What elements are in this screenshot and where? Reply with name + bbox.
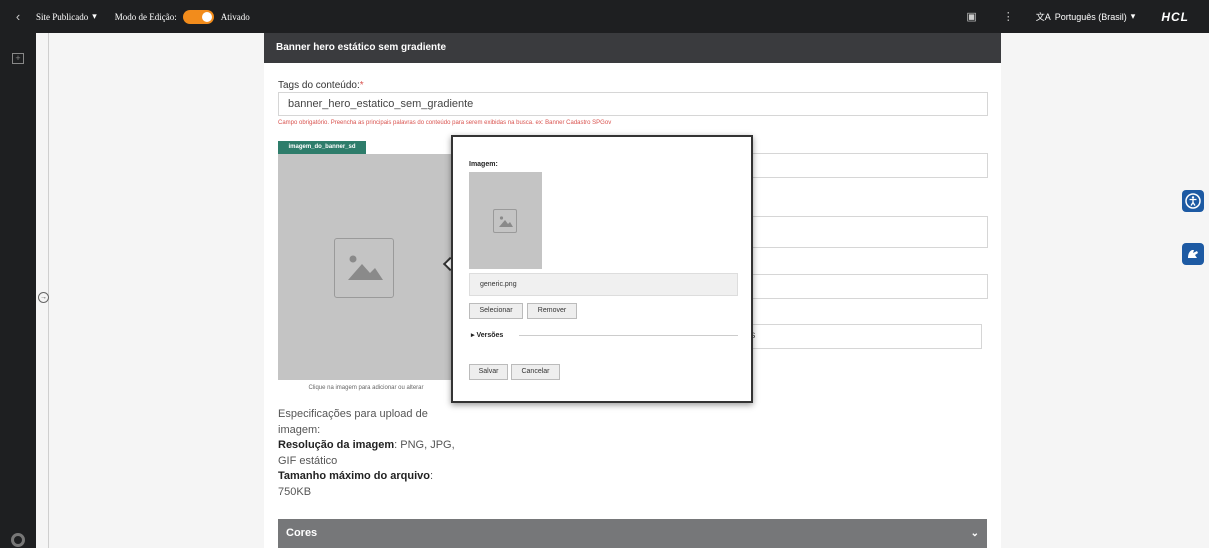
more-vertical-icon[interactable]: ⋮ bbox=[1003, 10, 1014, 23]
brand-logo: HCL bbox=[1161, 9, 1189, 24]
image-spec: Especificações para upload de imagem: Re… bbox=[278, 407, 468, 500]
image-placeholder-icon bbox=[493, 209, 517, 233]
translate-icon: 文A bbox=[1035, 12, 1051, 22]
sidebar-divider bbox=[48, 33, 49, 548]
spec-resolution: Resolução da imagem: PNG, JPG, GIF estát… bbox=[278, 439, 455, 467]
help-lifebuoy-icon[interactable] bbox=[11, 533, 25, 547]
remove-button[interactable]: Remover bbox=[527, 303, 577, 319]
versions-toggle[interactable]: ▸ Versões bbox=[471, 331, 503, 339]
image-field-tag: imagem_do_banner_sd bbox=[278, 141, 366, 154]
tags-label: Tags do conteúdo:* bbox=[278, 80, 364, 91]
edit-mode-state: Ativado bbox=[220, 11, 250, 22]
add-panel-icon[interactable]: + bbox=[12, 53, 24, 64]
spec-size: Tamanho máximo do arquivo: bbox=[278, 470, 434, 482]
site-published-label: Site Publicado bbox=[36, 11, 89, 22]
panel-title: Banner hero estático sem gradiente bbox=[264, 33, 1001, 63]
banner-image-placeholder[interactable] bbox=[278, 154, 454, 380]
accessibility-icon[interactable] bbox=[1182, 190, 1204, 212]
edit-mode-toggle[interactable] bbox=[182, 9, 214, 24]
back-chevron-icon[interactable]: ‹ bbox=[0, 9, 36, 24]
site-published-dropdown[interactable]: Site Publicado ▾ bbox=[36, 11, 97, 22]
popup-image-label: Imagem: bbox=[469, 161, 498, 168]
hidden-field-4[interactable] bbox=[742, 324, 982, 349]
colors-section-label: Cores bbox=[286, 527, 318, 539]
tags-input[interactable]: banner_hero_estatico_sem_gradiente bbox=[278, 92, 988, 116]
image-caption: Clique na imagem para adicionar ou alter… bbox=[308, 385, 424, 391]
language-dropdown[interactable]: 文A Português (Brasil) ▾ bbox=[1036, 10, 1136, 23]
tags-help-text: Campo obrigatório. Preencha as principai… bbox=[278, 120, 612, 126]
chevron-down-icon: ▾ bbox=[92, 11, 97, 21]
hidden-field-3[interactable] bbox=[750, 274, 988, 299]
image-placeholder-icon bbox=[334, 238, 394, 298]
expand-arrow-icon[interactable]: → bbox=[38, 292, 49, 303]
hidden-field-2[interactable] bbox=[750, 216, 988, 248]
colors-section-header[interactable]: Cores ⌄ bbox=[278, 519, 987, 548]
save-button[interactable]: Salvar bbox=[469, 364, 508, 380]
spec-size-value: 750KB bbox=[278, 485, 312, 498]
select-button[interactable]: Selecionar bbox=[469, 303, 523, 319]
image-picker-popup: Imagem: generic.png Selecionar Remover ▸… bbox=[451, 135, 753, 403]
versions-divider bbox=[519, 335, 738, 336]
left-sidebar: + bbox=[0, 33, 36, 548]
page-icon[interactable]: ▣ bbox=[966, 10, 976, 23]
sign-language-icon[interactable] bbox=[1182, 243, 1204, 265]
cancel-button[interactable]: Cancelar bbox=[511, 364, 560, 380]
top-bar: ‹ Site Publicado ▾ Modo de Edição: Ativa… bbox=[0, 0, 1209, 33]
filename-field: generic.png bbox=[469, 273, 738, 296]
edit-mode-label: Modo de Edição: bbox=[114, 11, 177, 22]
chevron-down-icon: ▾ bbox=[1130, 11, 1136, 21]
spec-intro: Especificações para upload de imagem: bbox=[278, 408, 428, 436]
chevron-down-icon: ⌄ bbox=[970, 528, 979, 539]
language-label: Português (Brasil) bbox=[1054, 11, 1127, 22]
hidden-field-1[interactable] bbox=[750, 153, 988, 178]
image-thumbnail[interactable] bbox=[469, 172, 542, 269]
